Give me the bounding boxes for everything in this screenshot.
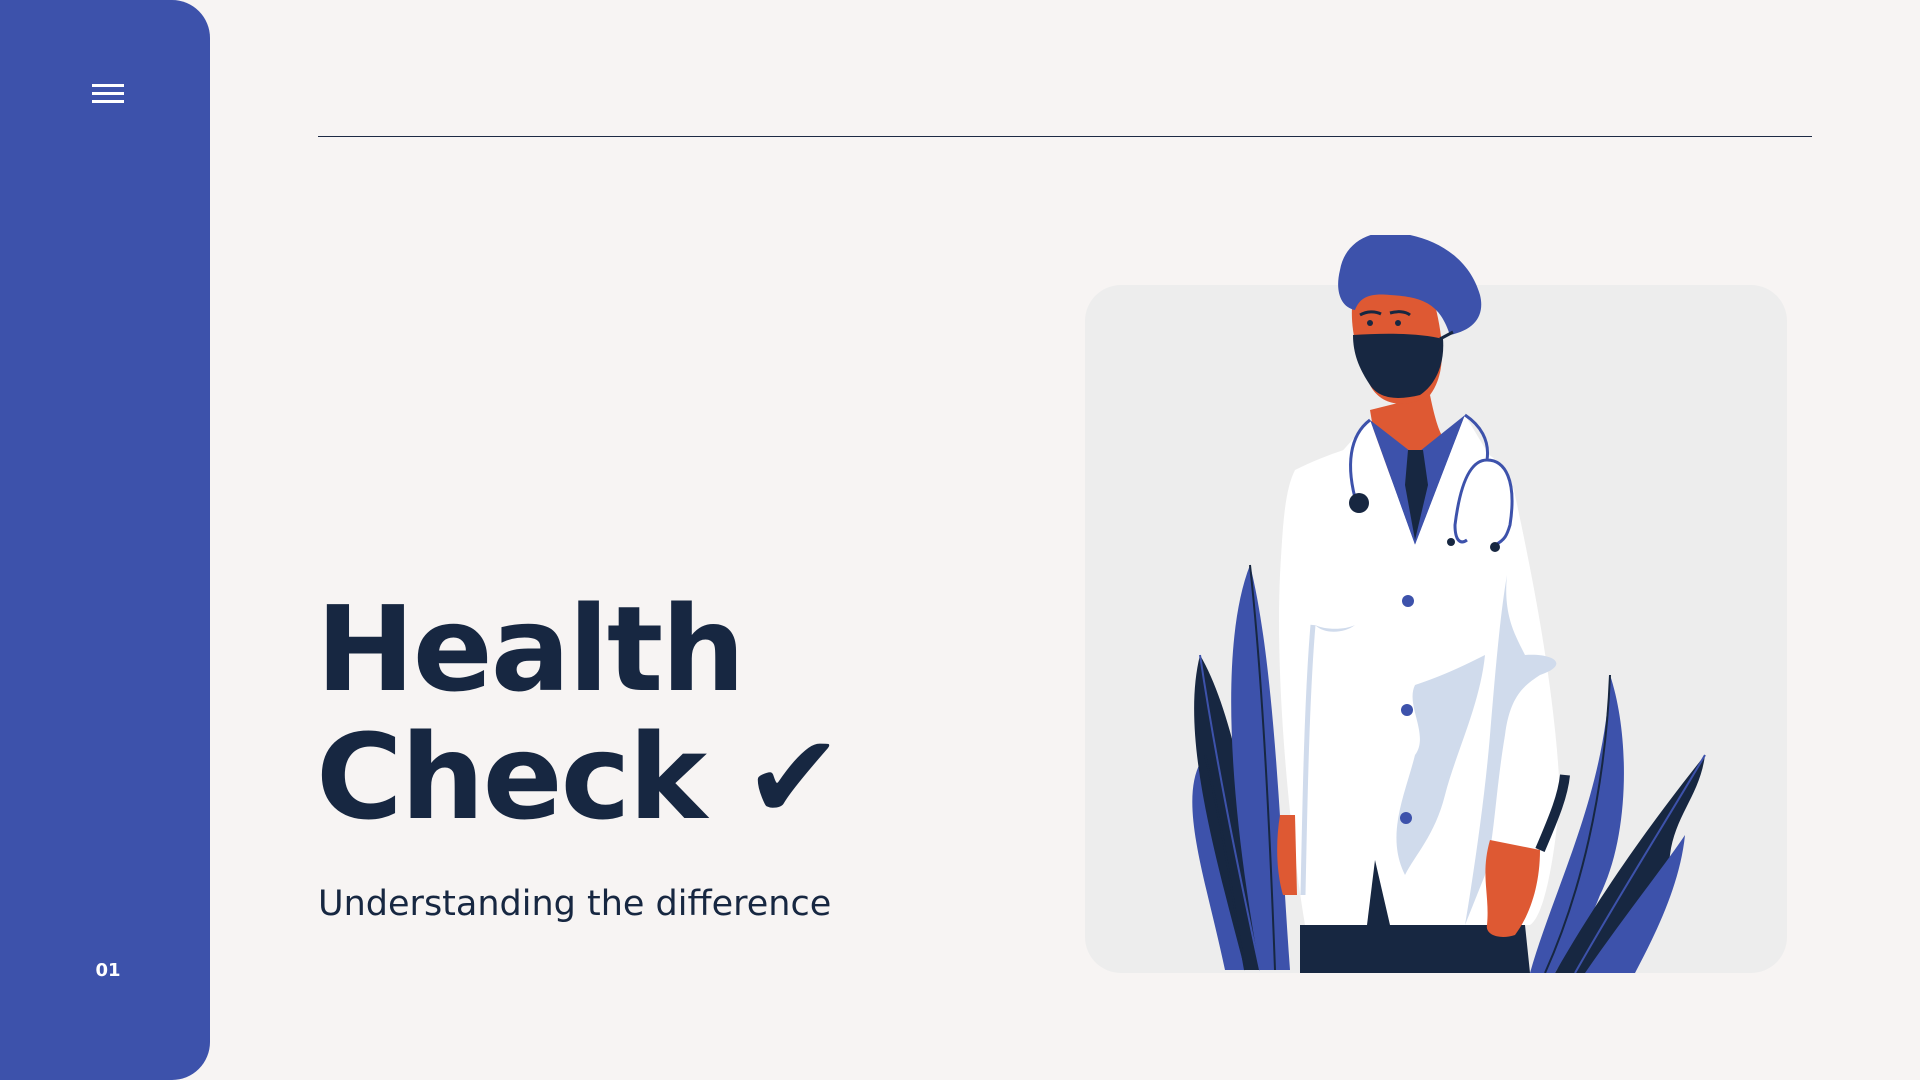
sidebar: 01 bbox=[0, 0, 210, 1080]
coat-button bbox=[1402, 595, 1414, 607]
title-line-1: Health bbox=[316, 580, 745, 718]
left-hand bbox=[1277, 815, 1297, 895]
title-line-2: Check ✔ bbox=[316, 708, 843, 846]
doctor-illustration bbox=[1192, 235, 1706, 973]
slide-number: 01 bbox=[95, 960, 121, 981]
coat-button bbox=[1401, 704, 1413, 716]
hamburger-menu-icon[interactable] bbox=[92, 84, 124, 106]
coat-button bbox=[1400, 812, 1412, 824]
slide-page: 01 Health Check ✔ Understanding the diff… bbox=[0, 0, 1920, 1080]
slide-subtitle: Understanding the difference bbox=[318, 884, 832, 924]
divider-line bbox=[318, 136, 1812, 137]
slide-title: Health Check ✔ bbox=[316, 580, 843, 846]
